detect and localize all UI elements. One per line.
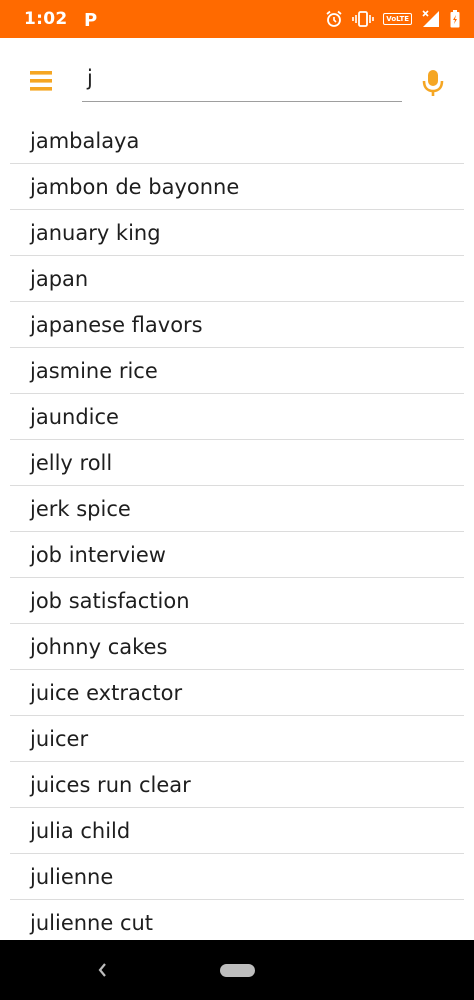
status-left: 1:02 P	[24, 9, 99, 29]
home-pill-icon[interactable]	[220, 964, 255, 977]
search-app-bar: j	[0, 38, 474, 118]
suggestion-item[interactable]: julienne	[10, 854, 464, 900]
suggestion-item[interactable]: jambalaya	[10, 118, 464, 164]
volte-badge: VoLTE	[383, 13, 412, 25]
suggestion-item[interactable]: job interview	[10, 532, 464, 578]
alarm-icon	[326, 10, 342, 27]
suggestion-item[interactable]: jerk spice	[10, 486, 464, 532]
microphone-icon	[422, 70, 444, 96]
suggestion-item[interactable]: juices run clear	[10, 762, 464, 808]
status-bar: 1:02 P VoLTE	[0, 0, 474, 38]
voice-search-button[interactable]	[420, 68, 446, 98]
suggestion-item[interactable]: jambon de bayonne	[10, 164, 464, 210]
suggestion-list: jambalaya jambon de bayonne january king…	[10, 118, 464, 940]
status-icons: VoLTE	[325, 10, 460, 28]
suggestion-item[interactable]: jelly roll	[10, 440, 464, 486]
suggestion-item[interactable]: january king	[10, 210, 464, 256]
hamburger-menu-icon	[30, 71, 52, 91]
suggestion-item[interactable]: jasmine rice	[10, 348, 464, 394]
system-navigation-bar	[0, 940, 474, 1000]
suggestion-item[interactable]: japanese flavors	[10, 302, 464, 348]
back-button[interactable]	[95, 961, 109, 979]
menu-button[interactable]	[28, 70, 54, 92]
suggestion-item[interactable]: jaundice	[10, 394, 464, 440]
suggestion-item[interactable]: japan	[10, 256, 464, 302]
vibrate-icon	[352, 11, 375, 27]
svg-text:P: P	[84, 10, 97, 28]
suggestion-item[interactable]: juicer	[10, 716, 464, 762]
status-time: 1:02	[24, 9, 68, 29]
signal-icon	[422, 10, 439, 27]
app-notification-icon: P	[84, 10, 97, 28]
search-input[interactable]: j	[82, 60, 402, 102]
suggestion-item[interactable]: johnny cakes	[10, 624, 464, 670]
suggestion-item[interactable]: job satisfaction	[10, 578, 464, 624]
suggestion-item[interactable]: juice extractor	[10, 670, 464, 716]
suggestion-item[interactable]: julienne cut	[10, 900, 464, 940]
battery-icon	[450, 10, 460, 28]
back-chevron-icon	[98, 963, 106, 977]
suggestion-item[interactable]: julia child	[10, 808, 464, 854]
